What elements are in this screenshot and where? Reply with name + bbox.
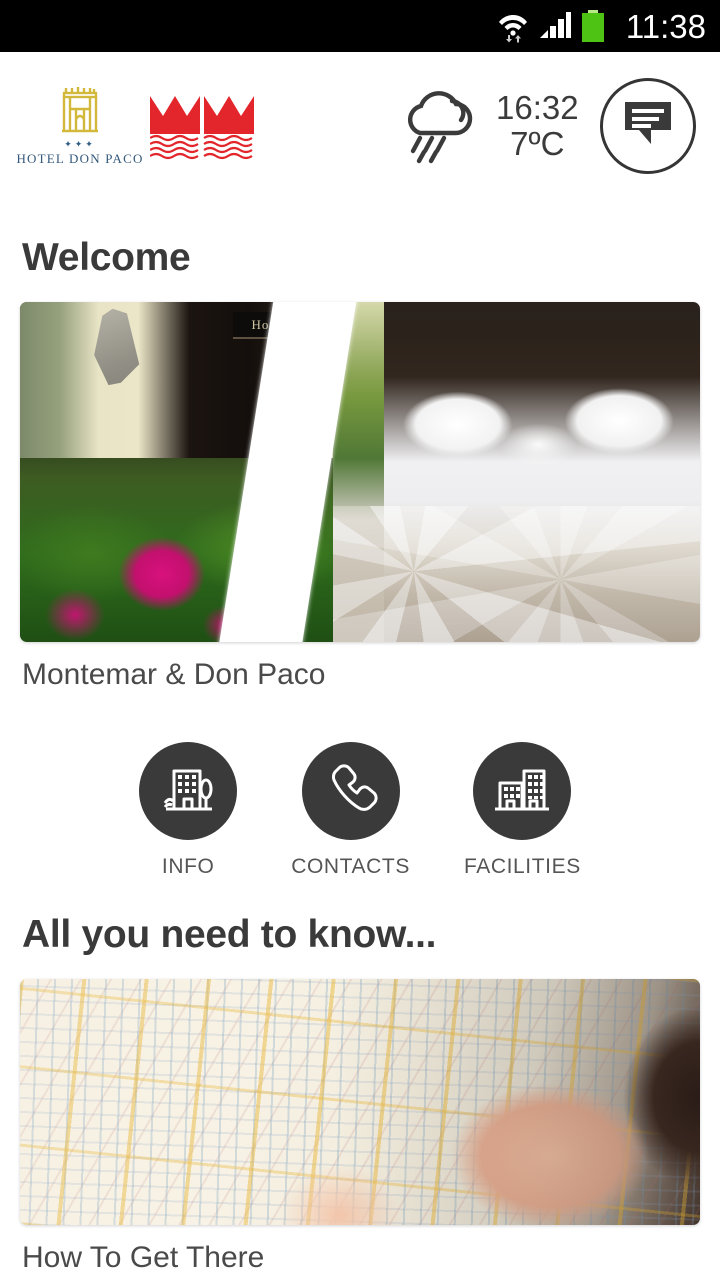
quick-actions: INFO CONTACTS FACILITIES bbox=[0, 742, 720, 879]
weather-temperature: 7ºC bbox=[510, 125, 565, 162]
section-title-welcome: Welcome bbox=[22, 236, 191, 279]
welcome-card-caption: Montemar & Don Paco bbox=[22, 658, 326, 691]
action-facilities[interactable]: FACILITIES bbox=[464, 742, 581, 879]
logo-group: ✦✦✦ HOTEL DON PACO bbox=[16, 85, 354, 167]
chat-button[interactable] bbox=[600, 78, 696, 174]
how-to-get-there-caption: How To Get There bbox=[22, 1241, 265, 1274]
chat-bubble-icon bbox=[623, 100, 673, 153]
hero-image: Hotel Don Paco bbox=[20, 302, 700, 642]
action-facilities-label: FACILITIES bbox=[463, 855, 581, 878]
wifi-icon bbox=[498, 9, 528, 43]
action-contacts-label: CONTACTS bbox=[291, 855, 410, 878]
hero-bedroom-photo bbox=[332, 302, 700, 642]
weather-readout: 16:32 7ºC bbox=[496, 90, 579, 161]
montemar-logo[interactable] bbox=[149, 90, 256, 162]
buildings-icon bbox=[473, 742, 572, 840]
status-bar-icons: 11:38 bbox=[498, 7, 706, 46]
hotel-gate-icon bbox=[50, 85, 110, 137]
rain-cloud-sun-icon bbox=[396, 85, 482, 167]
app-header: ✦✦✦ HOTEL DON PACO 16:32 7ºC bbox=[0, 52, 720, 200]
logo-stars: ✦✦✦ bbox=[64, 139, 96, 149]
action-info-label: INFO bbox=[161, 855, 215, 878]
how-to-get-there-card[interactable] bbox=[20, 979, 700, 1225]
battery-icon bbox=[581, 10, 604, 42]
status-bar-clock: 11:38 bbox=[625, 7, 706, 45]
cellular-signal-icon bbox=[538, 7, 572, 46]
hotel-building-icon bbox=[139, 742, 238, 840]
action-contacts[interactable]: CONTACTS bbox=[291, 742, 410, 879]
action-info[interactable]: INFO bbox=[139, 742, 238, 879]
section-title-info: All you need to know... bbox=[22, 913, 437, 956]
weather-time: 16:32 bbox=[496, 89, 579, 127]
phone-handset-icon bbox=[301, 742, 400, 840]
status-bar: 11:38 bbox=[0, 0, 720, 52]
map-photo bbox=[20, 979, 700, 1225]
logo-hotel-name: HOTEL DON PACO bbox=[16, 151, 144, 166]
hotel-don-paco-logo[interactable]: ✦✦✦ HOTEL DON PACO bbox=[16, 85, 142, 167]
weather-widget[interactable]: 16:32 7ºC bbox=[396, 85, 579, 167]
welcome-card[interactable]: Hotel Don Paco bbox=[20, 302, 700, 642]
